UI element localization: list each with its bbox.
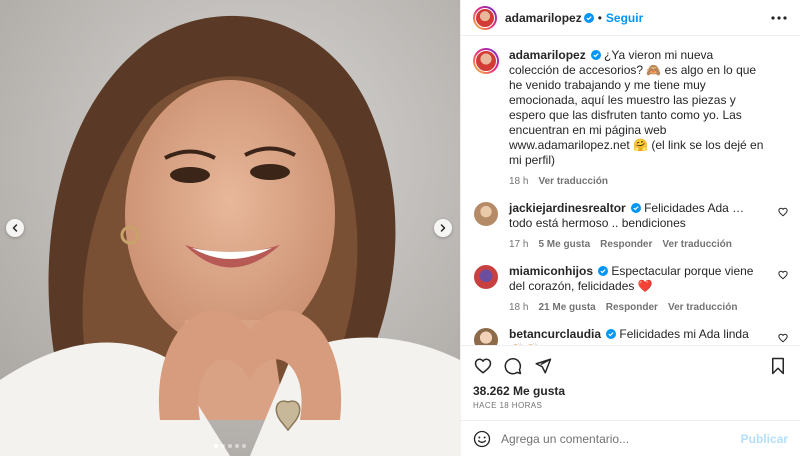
verified-badge-icon [606, 329, 617, 339]
save-button[interactable] [768, 356, 788, 376]
comment-time[interactable]: 17 h [509, 239, 528, 250]
author-avatar[interactable] [473, 5, 497, 30]
like-button[interactable] [473, 356, 493, 376]
share-button[interactable] [533, 356, 553, 376]
comment-item: jackiejardinesrealtor Felicidades Ada … … [473, 201, 788, 250]
comment-translate-button[interactable]: Ver traducción [668, 302, 737, 313]
more-horizontal-icon [771, 15, 787, 20]
comment-icon [504, 357, 522, 375]
comment-input[interactable] [501, 431, 741, 446]
heart-icon[interactable] [778, 207, 788, 217]
comment-text-block: jackiejardinesrealtor Felicidades Ada … … [509, 201, 766, 231]
comments-list[interactable]: adamarilopez ¿Ya vieron mi nueva colecci… [461, 36, 800, 345]
comment-translate-button[interactable]: Ver traducción [662, 239, 731, 250]
more-options-button[interactable] [770, 9, 788, 27]
post-caption: adamarilopez ¿Ya vieron mi nueva colecci… [473, 48, 788, 187]
carousel-dot [242, 444, 246, 448]
carousel-prev-button[interactable] [6, 219, 24, 237]
heart-icon[interactable] [778, 333, 788, 343]
follow-button[interactable]: Seguir [606, 11, 643, 25]
comment-text-block: miamiconhijos Espectacular porque viene … [509, 264, 766, 294]
commenter-avatar[interactable] [473, 264, 499, 290]
comment-meta: 17 h 5 Me gusta Responder Ver traducción [509, 239, 766, 250]
instagram-post: adamarilopez • Seguir adamarilopez ¿Ya v… [0, 0, 800, 456]
comment-item: miamiconhijos Espectacular porque viene … [473, 264, 788, 313]
carousel-dot [214, 444, 218, 448]
comment-time[interactable]: 18 h [509, 302, 528, 313]
carousel-next-button[interactable] [434, 219, 452, 237]
send-icon [535, 358, 552, 374]
post-photo [0, 0, 460, 456]
emoji-icon[interactable] [473, 430, 491, 448]
verified-badge-icon [590, 50, 601, 60]
post-time-ago[interactable]: HACE 18 HORAS [473, 401, 788, 410]
commenter-avatar[interactable] [473, 201, 499, 227]
comment-meta: 18 h 21 Me gusta Responder Ver traducción [509, 302, 766, 313]
action-bar [473, 352, 788, 380]
comment-text-block: betancurclaudia Felicidades mi Ada linda… [509, 327, 766, 345]
caption-meta: 18 h Ver traducción [509, 176, 766, 187]
heart-icon[interactable] [778, 270, 788, 280]
reply-button[interactable]: Responder [606, 302, 658, 313]
carousel-dot [228, 444, 232, 448]
post-media[interactable] [0, 0, 460, 456]
verified-badge-icon [598, 266, 609, 276]
author-username[interactable]: adamarilopez [505, 11, 582, 25]
carousel-indicator [0, 444, 460, 448]
commenter-username[interactable]: betancurclaudia [509, 327, 601, 341]
chevron-right-icon [440, 224, 446, 232]
verified-badge-icon [583, 12, 594, 23]
comment-item: betancurclaudia Felicidades mi Ada linda… [473, 327, 788, 345]
heart-icon [474, 358, 492, 374]
comment-button[interactable] [503, 356, 523, 376]
caption-text: ¿Ya vieron mi nueva colección de accesor… [509, 48, 764, 167]
likes-count[interactable]: 38.262 Me gusta [473, 384, 788, 398]
commenter-avatar[interactable] [473, 327, 499, 345]
carousel-dot [221, 444, 225, 448]
caption-text-block: adamarilopez ¿Ya vieron mi nueva colecci… [509, 48, 766, 168]
reply-button[interactable]: Responder [600, 239, 652, 250]
caption-username[interactable]: adamarilopez [509, 48, 586, 62]
publish-button[interactable]: Publicar [741, 432, 788, 446]
post-actions: 38.262 Me gusta HACE 18 HORAS [461, 345, 800, 410]
comment-composer: Publicar [461, 420, 800, 456]
bookmark-icon [772, 357, 784, 375]
post-header: adamarilopez • Seguir [461, 0, 800, 36]
commenter-username[interactable]: miamiconhijos [509, 264, 593, 278]
commenter-username[interactable]: jackiejardinesrealtor [509, 201, 626, 215]
chevron-left-icon [12, 224, 18, 232]
comment-likes[interactable]: 5 Me gusta [538, 239, 590, 250]
header-separator: • [597, 10, 602, 25]
caption-time[interactable]: 18 h [509, 176, 528, 187]
comment-likes[interactable]: 21 Me gusta [538, 302, 595, 313]
carousel-dot [235, 444, 239, 448]
comment-entries: jackiejardinesrealtor Felicidades Ada … … [473, 201, 788, 345]
caption-avatar[interactable] [473, 48, 499, 74]
caption-translate-button[interactable]: Ver traducción [538, 176, 607, 187]
post-side-panel: adamarilopez • Seguir adamarilopez ¿Ya v… [460, 0, 800, 456]
verified-badge-icon [630, 203, 641, 213]
